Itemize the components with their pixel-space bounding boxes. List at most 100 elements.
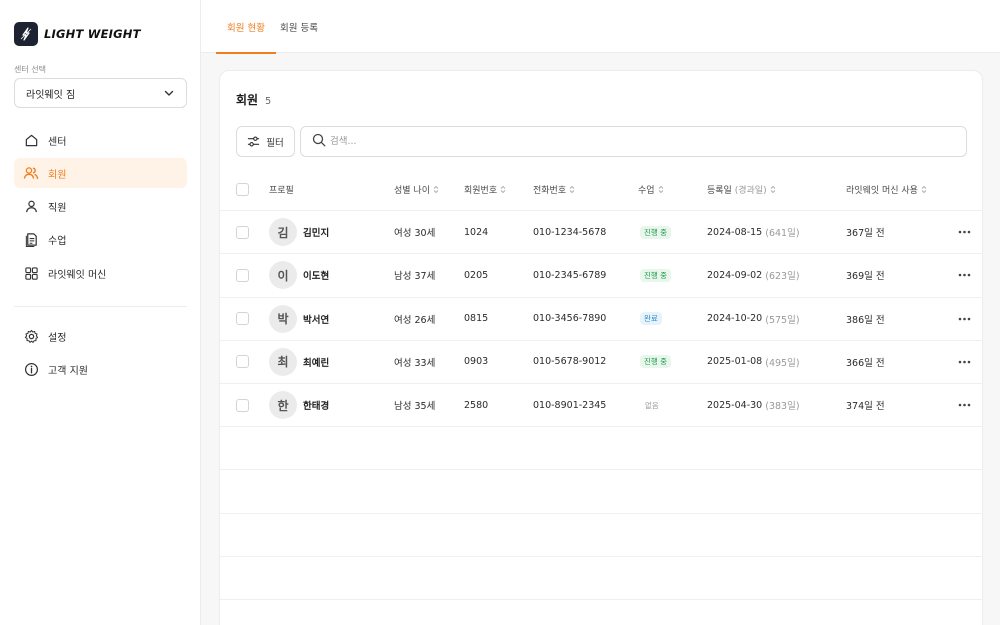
elapsed-days: (623일) — [765, 271, 800, 283]
member-count: 5 — [265, 96, 272, 107]
nav-item-support[interactable]: 고객 지원 — [14, 354, 187, 384]
sliders-icon — [247, 135, 260, 148]
search-box[interactable] — [300, 126, 967, 157]
row-checkbox[interactable] — [236, 398, 249, 412]
table-row[interactable]: 박 박서연 여성 26세 0815 010-3456-7890 완료 2024-… — [220, 298, 983, 341]
nav-item-machines[interactable]: 라잇웨잇 머신 — [14, 258, 187, 288]
class-cell: 완료 — [640, 298, 662, 340]
header-member-no[interactable]: 회원번호 — [464, 168, 506, 210]
home-icon — [23, 132, 39, 148]
member-name: 최예린 — [303, 357, 330, 369]
nav-item-label: 회원 — [48, 169, 67, 181]
row-checkbox[interactable] — [236, 355, 249, 369]
sort-icon — [500, 185, 506, 194]
reg-date: 2024-09-02 — [707, 269, 763, 281]
class-cell: 진행 중 — [640, 254, 672, 296]
main-nav: 센터 회원 직원 수업 라잇웨잇 머신 — [14, 125, 187, 291]
header-label: 수업 — [638, 185, 655, 196]
more-icon[interactable] — [958, 384, 971, 426]
elapsed-days: (575일) — [765, 314, 800, 326]
nav-item-label: 수업 — [48, 236, 67, 248]
row-checkbox[interactable] — [236, 225, 249, 239]
sort-icon — [770, 185, 776, 194]
member-name: 한태경 — [303, 401, 330, 413]
members-card: 회원 5 필터 프로필 성별 나이 회원번호 전화번호 — [219, 70, 983, 625]
avatar: 최 — [269, 347, 297, 376]
row-checkbox[interactable] — [236, 312, 249, 326]
nav-divider — [14, 306, 187, 307]
table-row[interactable]: 한 한태경 남성 35세 2580 010-8901-2345 없음 2025-… — [220, 384, 983, 428]
member-no-cell: 0205 — [464, 269, 489, 281]
select-all-checkbox[interactable] — [236, 182, 249, 196]
machine-cell: 386일 전 — [846, 314, 885, 326]
header-gender-age[interactable]: 성별 나이 — [394, 168, 439, 210]
header-phone[interactable]: 전화번호 — [533, 168, 575, 210]
avatar: 이 — [269, 261, 297, 290]
top-tabs: 회원 현황 회원 등록 — [201, 0, 1000, 54]
member-no-cell: 1024 — [464, 226, 489, 238]
empty-row — [220, 470, 983, 514]
empty-row — [220, 427, 983, 471]
reg-date-cell: 2024-08-15 (641일) — [707, 211, 800, 253]
filter-label: 필터 — [266, 137, 284, 149]
reg-date: 2025-04-30 — [707, 399, 763, 411]
secondary-nav: 설정 고객 지원 — [14, 321, 187, 388]
brand-logo[interactable]: LIGHT WEIGHT — [14, 22, 141, 46]
header-class[interactable]: 수업 — [638, 168, 664, 210]
nav-item-settings[interactable]: 설정 — [14, 321, 187, 351]
member-name: 김민지 — [303, 228, 330, 240]
sort-icon — [433, 185, 439, 194]
more-icon[interactable] — [958, 211, 971, 253]
header-profile: 프로필 — [269, 185, 294, 196]
reg-date: 2024-08-15 — [707, 226, 763, 238]
reg-date-cell: 2024-10-20 (575일) — [707, 298, 800, 340]
search-icon — [312, 132, 326, 151]
phone-cell: 010-2345-6789 — [533, 269, 607, 281]
class-cell: 없음 — [640, 384, 663, 426]
nav-item-classes[interactable]: 수업 — [14, 225, 187, 255]
more-icon[interactable] — [958, 298, 971, 340]
reg-date: 2024-10-20 — [707, 313, 763, 325]
header-machine[interactable]: 라잇웨잇 머신 사용 — [846, 168, 927, 210]
center-select[interactable]: 라잇웨잇 짐 — [14, 78, 187, 108]
brand-name: LIGHT WEIGHT — [44, 27, 141, 41]
tab-member-status[interactable]: 회원 현황 — [216, 0, 276, 54]
machine-cell: 366일 전 — [846, 357, 885, 369]
nav-item-members[interactable]: 회원 — [14, 158, 187, 189]
member-name: 박서연 — [303, 314, 330, 326]
nav-item-label: 센터 — [48, 136, 67, 148]
table-row[interactable]: 김 김민지 여성 30세 1024 010-1234-5678 진행 중 202… — [220, 211, 983, 255]
gender-age-cell: 남성 35세 — [394, 401, 436, 413]
info-icon — [23, 361, 39, 377]
sort-icon — [921, 185, 927, 194]
member-no-cell: 0903 — [464, 356, 489, 368]
class-icon — [23, 232, 39, 248]
filter-button[interactable]: 필터 — [236, 126, 295, 157]
member-no-cell: 2580 — [464, 399, 489, 411]
more-icon[interactable] — [958, 254, 971, 296]
gear-icon — [23, 328, 39, 344]
center-select-value: 라잇웨잇 짐 — [26, 89, 76, 101]
nav-item-staff[interactable]: 직원 — [14, 192, 187, 222]
member-name: 이도현 — [303, 271, 330, 283]
more-icon[interactable] — [958, 341, 971, 383]
sort-icon — [658, 185, 664, 194]
nav-item-center[interactable]: 센터 — [14, 125, 187, 155]
gender-age-cell: 여성 33세 — [394, 357, 436, 369]
header-reg-date[interactable]: 등록일 (경과일) — [707, 168, 776, 210]
members-table: 프로필 성별 나이 회원번호 전화번호 수업 등록일 (경과일) 라잇웨잇 머신… — [220, 168, 983, 600]
header-label: 라잇웨잇 머신 사용 — [846, 185, 918, 196]
reg-date-cell: 2024-09-02 (623일) — [707, 254, 800, 296]
profile-cell: 최 최예린 — [269, 341, 329, 383]
row-checkbox[interactable] — [236, 268, 249, 282]
status-badge: 진행 중 — [640, 268, 672, 282]
machine-cell: 367일 전 — [846, 228, 885, 240]
profile-cell: 한 한태경 — [269, 384, 329, 426]
search-input[interactable] — [330, 136, 930, 147]
table-row[interactable]: 최 최예린 여성 33세 0903 010-5678-9012 진행 중 202… — [220, 341, 983, 384]
table-row[interactable]: 이 이도현 남성 37세 0205 010-2345-6789 진행 중 202… — [220, 254, 983, 298]
header-label: 등록일 — [707, 185, 732, 196]
card-title: 회원 — [236, 93, 259, 107]
tab-member-register[interactable]: 회원 등록 — [280, 0, 318, 53]
sort-icon — [569, 185, 575, 194]
